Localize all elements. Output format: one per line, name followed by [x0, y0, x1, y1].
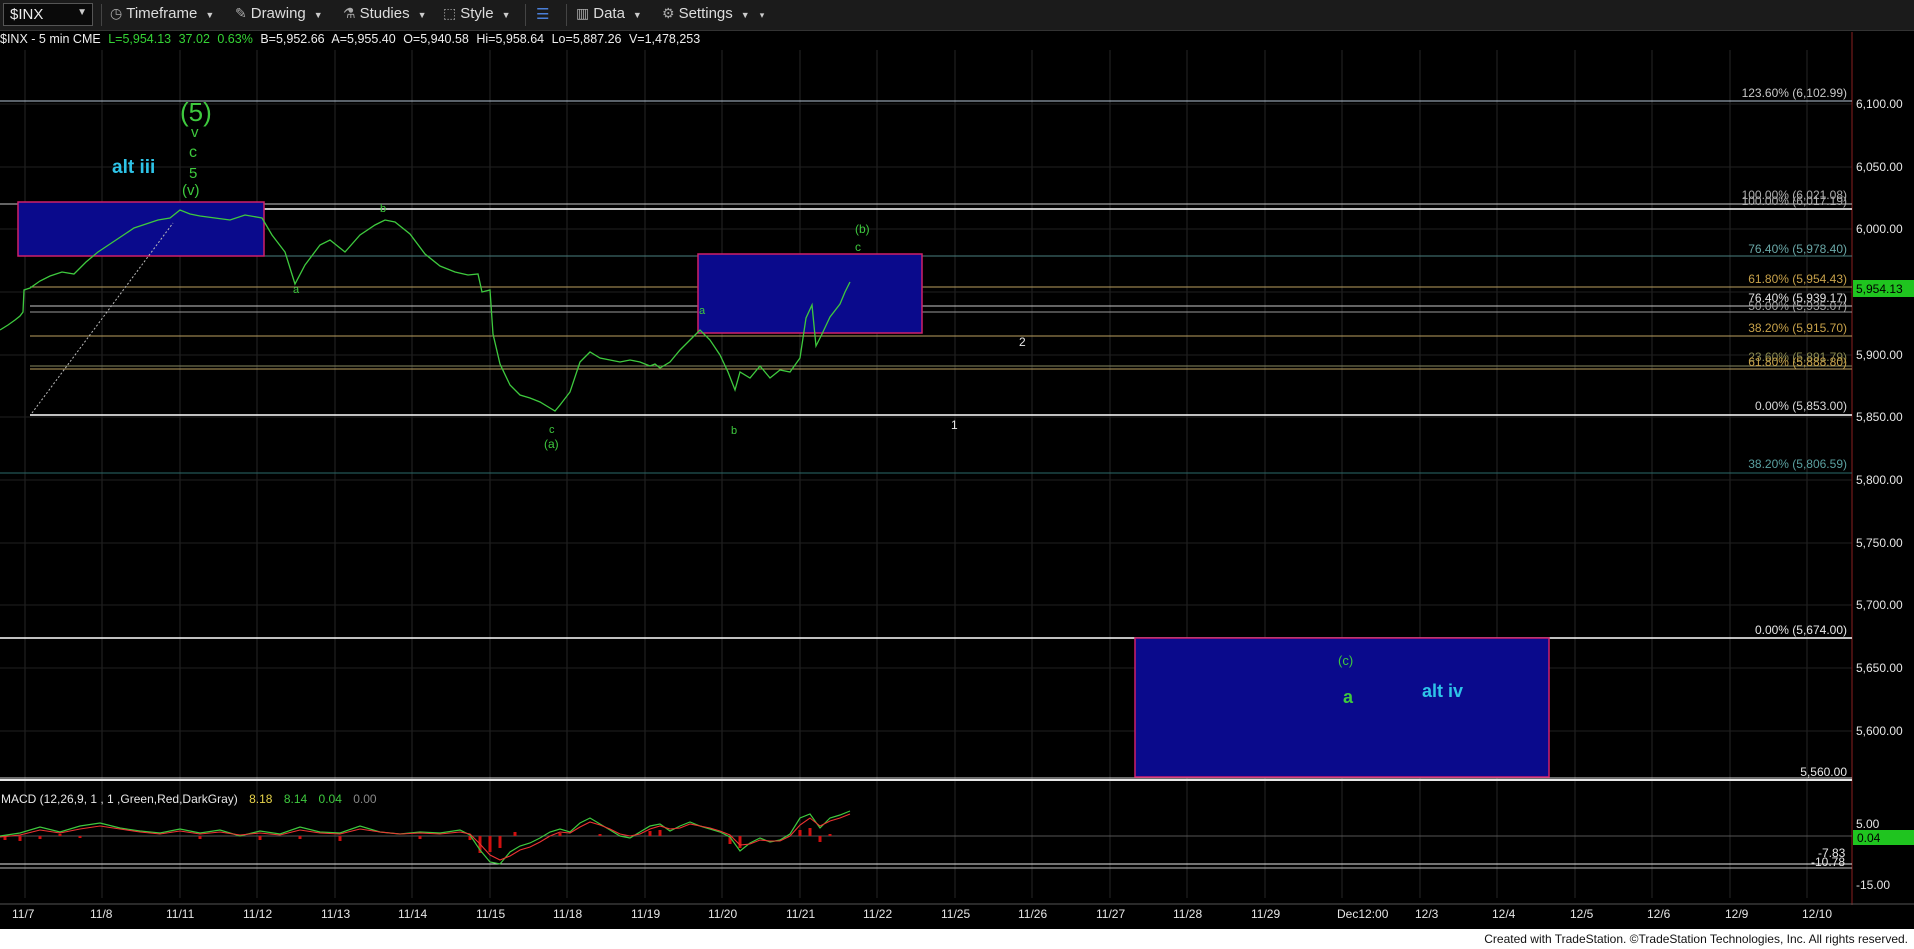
macd-params: MACD (12,26,9, 1 , 1 ,Green,Red,DarkGray… [1, 792, 238, 806]
wave-label: (c) [1338, 653, 1353, 668]
fib-label: 38.20% (5,915.70) [1748, 321, 1847, 335]
fib-label: 0.00% (5,853.00) [1755, 399, 1847, 413]
time-tick: 11/25 [941, 907, 970, 921]
wave-label: 2 [1019, 335, 1026, 349]
time-tick: 11/18 [553, 907, 582, 921]
price-tick: 6,000.00 [1856, 222, 1903, 236]
wave-label: a [699, 305, 706, 317]
macd-pane[interactable]: 5.00 -7.83 -10.78 -15.00 0.04 [0, 810, 1914, 892]
time-tick: 11/11 [166, 907, 195, 921]
macd-axis-tick: -10.78 [1811, 855, 1845, 869]
wave-label-alt-iv: alt iv [1422, 681, 1463, 701]
time-tick: 11/13 [321, 907, 350, 921]
wave-label: b [380, 203, 386, 215]
wave-label: 1 [951, 418, 958, 432]
wave-label-alt-iii: alt iii [112, 157, 155, 178]
wave-label: (5) [180, 97, 212, 127]
time-tick: 11/27 [1096, 907, 1125, 921]
time-tick: 11/14 [398, 907, 427, 921]
copyright-text: Created with TradeStation. ©TradeStation… [1484, 932, 1908, 946]
wave-label: a [293, 284, 300, 296]
price-tick: 5,850.00 [1856, 410, 1903, 424]
wave-label: (v) [182, 182, 200, 199]
macd-value-badge-text: 0.04 [1857, 831, 1881, 845]
horizontal-gridlines [0, 103, 1852, 732]
fib-label: 50.00% (5,935.07) [1748, 299, 1847, 313]
price-chart[interactable]: (5) v c 5 (v) alt iii b a c (a) a b (b) … [0, 0, 1914, 949]
wave-b-target-box[interactable] [697, 253, 923, 334]
time-tick: Dec12:00 [1337, 907, 1389, 921]
wave-label: c [189, 144, 197, 161]
fib-label: 61.80% (5,954.43) [1748, 272, 1847, 286]
time-tick: 11/19 [631, 907, 660, 921]
macd-axis-tick: -15.00 [1856, 878, 1890, 892]
wave-label: b [731, 425, 737, 437]
fib-label: 100.00% (6,017.19) [1742, 194, 1847, 208]
fib-label: 38.20% (5,806.59) [1748, 457, 1847, 471]
macd-signal-value: 8.14 [283, 792, 308, 806]
time-tick: 12/10 [1802, 907, 1832, 921]
time-tick: 12/3 [1415, 907, 1439, 921]
fib-label: 61.80% (5,888.80) [1748, 355, 1847, 369]
price-tick: 5,600.00 [1856, 724, 1903, 738]
wave-label: a [1343, 687, 1354, 707]
time-tick: 11/29 [1251, 907, 1280, 921]
last-price-badge-text: 5,954.13 [1856, 282, 1903, 296]
time-tick: 11/8 [90, 907, 113, 921]
wave-label: (b) [855, 222, 870, 236]
macd-value: 8.18 [249, 792, 273, 806]
fib-level-labels: 123.60% (6,102.99) 100.00% (6,021.08) 10… [1742, 86, 1848, 779]
price-tick: 5,700.00 [1856, 598, 1903, 612]
macd-study-label[interactable]: MACD (12,26,9, 1 , 1 ,Green,Red,DarkGray… [1, 792, 377, 806]
wave-label: c [549, 424, 555, 436]
price-axis[interactable]: 6,100.00 6,050.00 6,000.00 5,900.00 5,85… [1853, 97, 1914, 738]
alt-iii-target-box[interactable] [17, 201, 265, 257]
price-tick: 5,800.00 [1856, 473, 1903, 487]
macd-zero-value: 0.00 [353, 792, 377, 806]
time-tick: 12/5 [1570, 907, 1594, 921]
time-tick: 12/6 [1647, 907, 1671, 921]
time-tick: 11/15 [476, 907, 505, 921]
fib-label: 76.40% (5,978.40) [1748, 242, 1847, 256]
time-tick: 11/26 [1018, 907, 1047, 921]
time-tick: 11/7 [12, 907, 35, 921]
time-tick: 11/20 [708, 907, 737, 921]
elliott-wave-labels: (5) v c 5 (v) alt iii b a c (a) a b (b) … [112, 97, 1463, 707]
wave-label: v [191, 124, 199, 141]
time-tick: 11/12 [243, 907, 272, 921]
fibonacci-levels [0, 100, 1852, 779]
footer-bar: Created with TradeStation. ©TradeStation… [0, 929, 1914, 949]
price-tick: 6,050.00 [1856, 160, 1903, 174]
macd-diff-value: 0.04 [318, 792, 342, 806]
price-tick: 6,100.00 [1856, 97, 1903, 111]
wave-label: (a) [544, 437, 559, 451]
fib-label: 5,560.00 [1800, 765, 1847, 779]
time-axis[interactable]: 11/7 11/8 11/11 11/12 11/13 11/14 11/15 … [12, 907, 1832, 921]
wave-label: 5 [189, 165, 197, 182]
price-tick: 5,900.00 [1856, 348, 1903, 362]
time-tick: 11/28 [1173, 907, 1202, 921]
time-tick: 12/4 [1492, 907, 1516, 921]
price-tick: 5,650.00 [1856, 661, 1903, 675]
time-tick: 12/9 [1725, 907, 1749, 921]
fib-label: 0.00% (5,674.00) [1755, 623, 1847, 637]
time-tick: 11/21 [786, 907, 815, 921]
time-tick: 11/22 [863, 907, 892, 921]
price-tick: 5,750.00 [1856, 536, 1903, 550]
wave-label: c [855, 240, 861, 254]
macd-axis-tick: 5.00 [1856, 817, 1880, 831]
fib-label: 123.60% (6,102.99) [1742, 86, 1847, 100]
